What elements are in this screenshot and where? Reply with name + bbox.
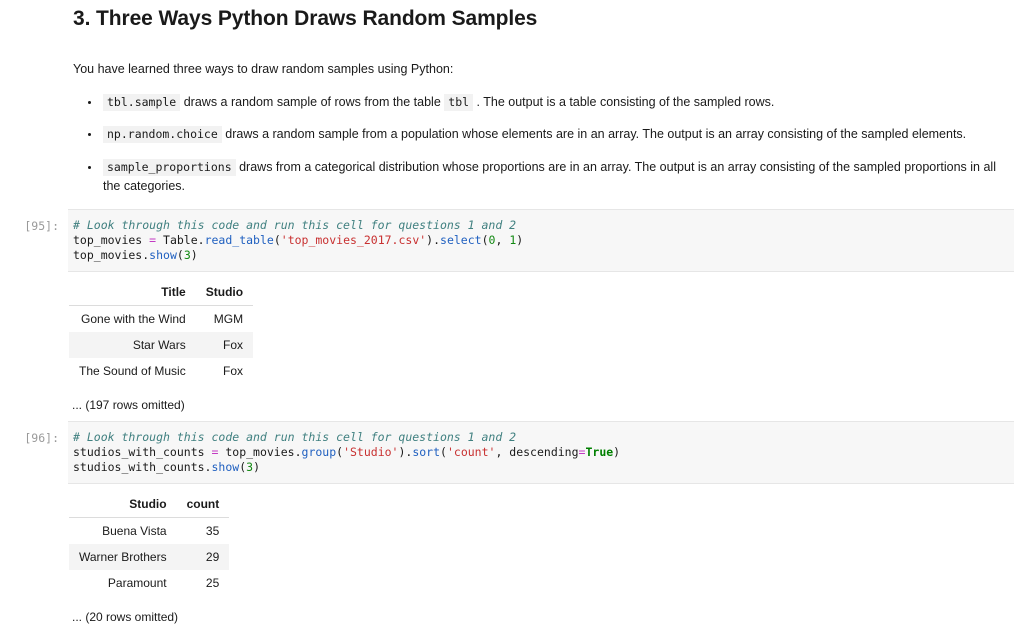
rows-omitted-note: ... (20 rows omitted): [72, 610, 179, 624]
code-text: (: [440, 445, 447, 460]
code-comment: # Look through this code and run this ce…: [73, 430, 517, 445]
table-cell: Fox: [195, 332, 254, 359]
column-header: Studio: [195, 282, 254, 307]
table-row: Warner Brothers 29: [69, 544, 230, 571]
table-cell: 25: [205, 576, 220, 591]
code-text: ): [613, 445, 621, 460]
rows-omitted-note: ... (197 rows omitted): [72, 398, 185, 413]
list-item-text: . The output is a table consisting of th…: [473, 94, 775, 109]
column-header: count: [176, 494, 230, 519]
list-item: sample_proportions draws from a categori…: [101, 158, 1014, 197]
code-function: read_table: [204, 233, 274, 248]
table-cell: Gone with the Wind: [81, 312, 186, 327]
cell-output: Title Studio Gone with the Wind MGM Star…: [0, 272, 1024, 412]
code-function: group: [301, 445, 337, 460]
code-text: studios_with_counts.: [73, 460, 212, 475]
source-code: # Look through this code and run this ce…: [73, 218, 1008, 263]
intro-paragraph: You have learned three ways to draw rand…: [73, 62, 454, 76]
table-body: Buena Vista 35 Warner Brothers 29 Paramo…: [69, 518, 230, 597]
table-row: Star Wars Fox: [69, 332, 254, 359]
code-text: top_movies.: [218, 445, 302, 460]
execution-count-prompt: [96]:: [24, 431, 59, 446]
column-header: Title: [69, 282, 196, 307]
markdown-cell[interactable]: 3. Three Ways Python Draws Random Sample…: [0, 0, 1024, 196]
table-cell: The Sound of Music: [79, 364, 186, 379]
table-cell: MGM: [213, 312, 244, 327]
list-item-text: draws a random sample of rows from the t…: [180, 94, 445, 109]
table-cell: Star Wars: [69, 332, 196, 359]
code-text: (: [176, 248, 184, 263]
code-cell[interactable]: [95]: # Look through this code and run t…: [0, 209, 1024, 273]
cell-output: Studio count Buena Vista 35 Warner Broth…: [0, 484, 1024, 624]
table-row: Gone with the Wind MGM: [69, 306, 253, 333]
table-row: Paramount 25: [69, 570, 229, 596]
inline-code: tbl: [444, 93, 474, 111]
notebook-page: 3. Three Ways Python Draws Random Sample…: [0, 0, 1024, 624]
methods-list: tbl.sample draws a random sample of rows…: [73, 79, 1014, 197]
code-text: top_movies.: [73, 248, 150, 263]
code-comment: # Look through this code and run this ce…: [73, 218, 517, 233]
inline-code: sample_proportions: [103, 158, 236, 176]
code-text: ): [516, 233, 524, 248]
code-text: studios_with_counts: [73, 445, 212, 460]
source-code: # Look through this code and run this ce…: [73, 430, 1008, 475]
table-cell: Warner Brothers: [69, 544, 177, 571]
code-text: top_movies: [73, 233, 150, 248]
table-header-row: Studio count: [69, 494, 230, 519]
code-editor[interactable]: # Look through this code and run this ce…: [68, 209, 1014, 273]
code-text: ): [190, 248, 198, 263]
table-body: Gone with the Wind MGM Star Wars Fox The…: [69, 306, 254, 385]
code-text: (: [273, 233, 281, 248]
code-text: Table.: [156, 233, 205, 248]
execution-count-prompt: [95]:: [24, 219, 59, 234]
code-function: select: [440, 233, 482, 248]
table-row: Buena Vista 35: [69, 518, 229, 545]
table-cell: 35: [205, 524, 220, 539]
code-text: , descending: [495, 445, 579, 460]
inline-code: tbl.sample: [103, 93, 181, 111]
output-table: Studio count Buena Vista 35 Warner Broth…: [69, 494, 230, 597]
code-editor[interactable]: # Look through this code and run this ce…: [68, 421, 1014, 485]
table-cell: 29: [176, 544, 230, 571]
table-cell: Paramount: [107, 576, 167, 591]
list-item: np.random.choice draws a random sample f…: [101, 125, 1014, 144]
code-function: show: [211, 460, 240, 475]
code-text: ).: [426, 233, 441, 248]
table-cell: Buena Vista: [102, 524, 167, 539]
code-string: 'count': [446, 445, 496, 460]
table-row: The Sound of Music Fox: [69, 358, 253, 384]
code-function: show: [149, 248, 177, 263]
code-number: 3: [183, 248, 191, 263]
list-item: tbl.sample draws a random sample of rows…: [101, 93, 1014, 112]
table-cell: Fox: [223, 364, 244, 379]
column-header: Studio: [69, 494, 177, 519]
list-item-text: draws from a categorical distribution wh…: [103, 159, 996, 193]
code-keyword: True: [585, 445, 614, 460]
page-title: 3. Three Ways Python Draws Random Sample…: [73, 7, 538, 30]
table-header: Title Studio: [69, 282, 254, 307]
code-text: (: [481, 233, 489, 248]
code-string: 'top_movies_2017.csv': [280, 233, 427, 248]
code-string: 'Studio': [343, 445, 399, 460]
output-table: Title Studio Gone with the Wind MGM Star…: [69, 282, 254, 385]
table-header-row: Title Studio: [69, 282, 254, 307]
inline-code: np.random.choice: [103, 126, 222, 144]
list-item-text: draws a random sample from a population …: [221, 127, 967, 142]
code-text: ,: [495, 233, 510, 248]
code-function: sort: [412, 445, 441, 460]
code-text: ): [253, 460, 260, 475]
table-header: Studio count: [69, 494, 230, 519]
code-text: ).: [398, 445, 413, 460]
code-cell[interactable]: [96]: # Look through this code and run t…: [0, 421, 1024, 485]
